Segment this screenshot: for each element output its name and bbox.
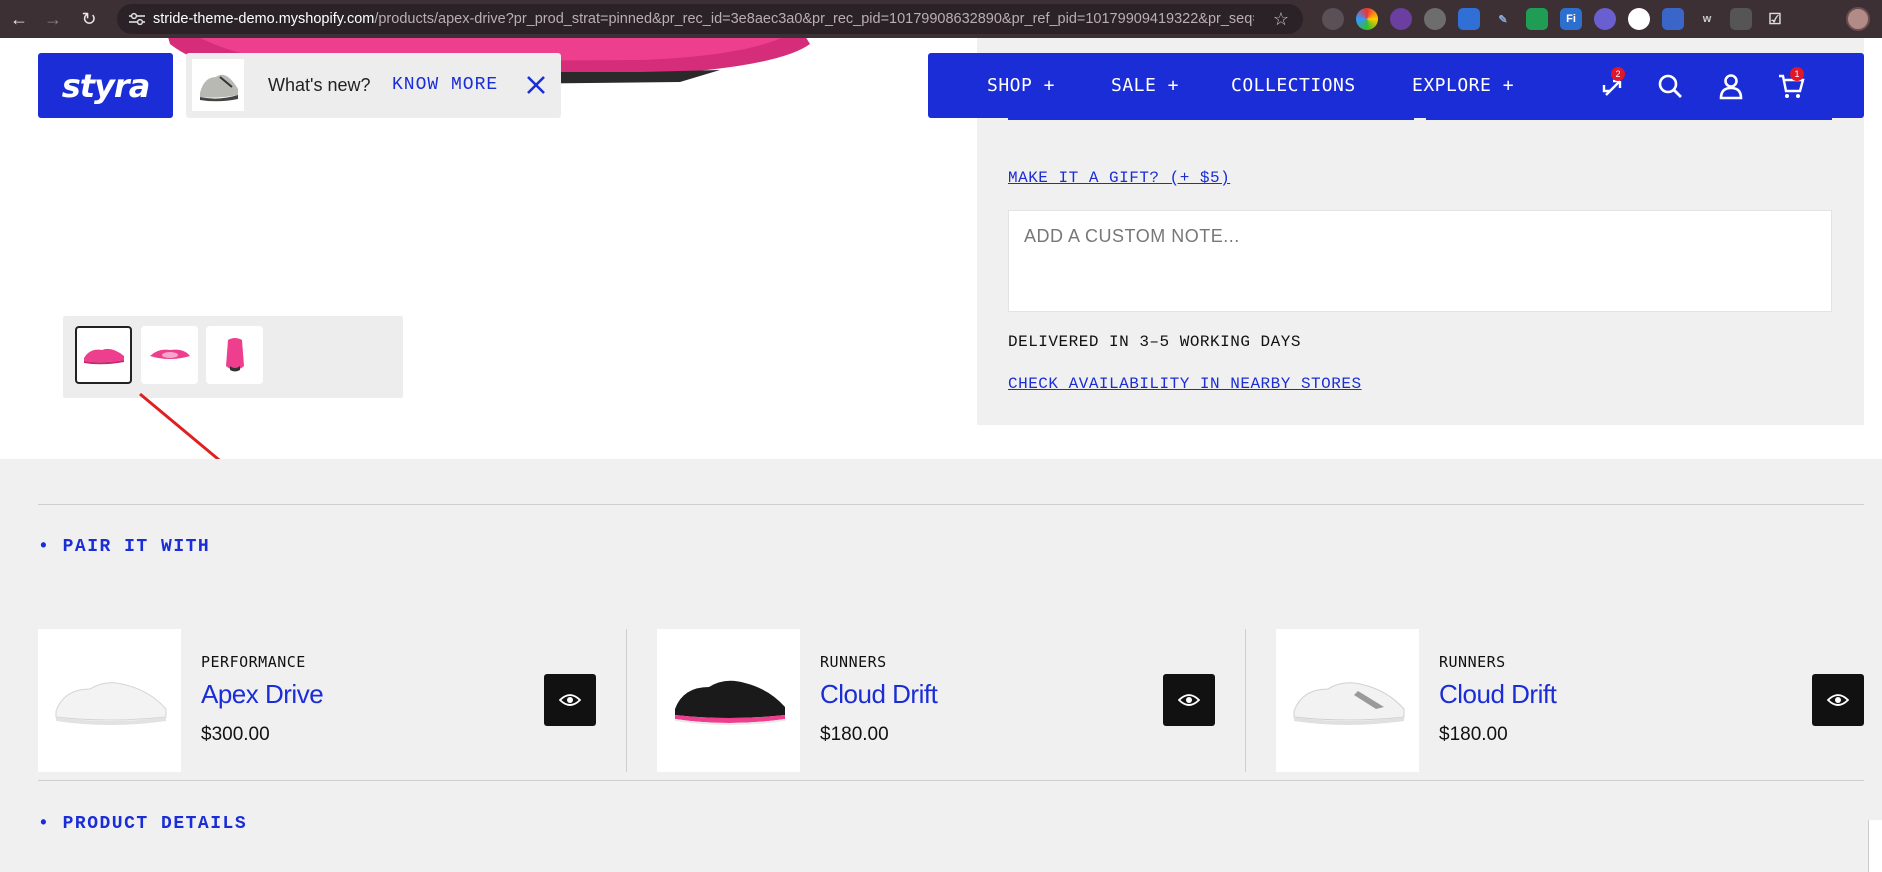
section-divider [38,780,1864,781]
card-separator [1245,629,1246,772]
page: MAKE IT A GIFT? (+ $5) ADD A CUSTOM NOTE… [0,38,1882,872]
eye-icon [1827,694,1849,706]
eye-icon [1178,694,1200,706]
bookmark-star-icon[interactable]: ☆ [1273,9,1289,30]
product-details-heading[interactable]: • PRODUCT DETAILS [38,814,247,834]
extension-meter-icon[interactable] [1526,8,1548,30]
thumbnail-2[interactable] [141,326,198,384]
extension-td-icon[interactable] [1390,8,1412,30]
quick-view-button[interactable] [544,674,596,726]
search-icon[interactable] [1655,71,1685,101]
cart-count-badge: 1 [1790,67,1804,81]
custom-note-input[interactable]: ADD A CUSTOM NOTE... [1008,210,1832,312]
url-host: stride-theme-demo.myshopify.com [153,11,375,27]
delivery-info: DELIVERED IN 3–5 WORKING DAYS [1008,333,1301,351]
check-stores-link[interactable]: CHECK AVAILABILITY IN NEARBY STORES [1008,375,1362,393]
thumbnail-3[interactable] [206,326,263,384]
site-settings-icon[interactable] [129,12,145,26]
pair-product-card[interactable]: RUNNERS Cloud Drift $180.00 [657,629,1237,772]
nav-shop[interactable]: SHOP + [987,75,1055,96]
whats-new-label: What's new? [268,75,371,95]
extension-window-icon[interactable] [1458,8,1480,30]
gift-link[interactable]: MAKE IT A GIFT? (+ $5) [1008,169,1230,187]
extensions-puzzle-icon[interactable]: ☑ [1764,8,1786,30]
product-image[interactable] [657,629,800,772]
product-name[interactable]: Cloud Drift [820,679,938,710]
product-image[interactable] [1276,629,1419,772]
pair-product-card[interactable]: PERFORMANCE Apex Drive $300.00 [38,629,618,772]
shoe-thumb-icon [149,349,190,359]
logo-text: styra [61,66,151,105]
reload-icon[interactable]: ↻ [74,0,104,38]
forward-arrow-icon[interactable]: → [38,0,68,38]
nav-sale[interactable]: SALE + [1111,75,1179,96]
extension-eyedropper-icon[interactable]: ✎ [1492,8,1514,30]
whats-new-thumbnail [192,59,244,111]
main-navigation: SHOP + SALE + COLLECTIONS EXPLORE + 2 1 [928,53,1864,118]
quick-view-button[interactable] [1163,674,1215,726]
product-image[interactable] [38,629,181,772]
chat-widget-tab[interactable] [1868,820,1882,872]
extension-camera-icon[interactable] [1730,8,1752,30]
pair-product-card[interactable]: RUNNERS Cloud Drift $180.00 [1276,629,1864,772]
url-path: /products/apex-drive?pr_prod_strat=pinne… [374,11,1255,27]
extension-w-icon[interactable]: w [1696,8,1718,30]
extension-g-icon[interactable] [1424,8,1446,30]
extension-chat-icon[interactable] [1594,8,1616,30]
thumbnail-1[interactable] [75,326,132,384]
shoe-thumb-icon [83,348,124,365]
nav-collections[interactable]: COLLECTIONS [1231,75,1356,96]
extension-fi-icon[interactable]: Fi [1560,8,1582,30]
whats-new-bar: What's new? KNOW MORE [186,53,561,118]
nav-explore[interactable]: EXPLORE + [1412,75,1514,96]
pair-it-with-heading: • PAIR IT WITH [38,537,211,557]
close-icon[interactable] [524,73,548,97]
compare-count-badge: 2 [1611,67,1625,81]
site-logo[interactable]: styra [38,53,173,118]
card-separator [626,629,627,772]
product-price: $300.00 [201,724,270,745]
account-icon[interactable] [1716,71,1746,101]
product-category: PERFORMANCE [201,653,306,671]
know-more-link[interactable]: KNOW MORE [392,75,498,95]
shoe-thumb-icon [225,338,244,372]
extension-check-icon[interactable] [1628,8,1650,30]
browser-toolbar: ← → ↻ stride-theme-demo.myshopify.com/pr… [0,0,1882,38]
product-name[interactable]: Cloud Drift [1439,679,1557,710]
thumbnail-strip [63,316,403,398]
product-category: RUNNERS [820,653,887,671]
recommendations-section: • PAIR IT WITH PERFORMANCE Apex Drive $3… [0,459,1882,872]
quick-view-button[interactable] [1812,674,1864,726]
extension-compass-icon[interactable] [1322,8,1344,30]
product-name[interactable]: Apex Drive [201,679,324,710]
eye-icon [559,694,581,706]
product-category: RUNNERS [1439,653,1506,671]
extension-record-icon[interactable] [1662,8,1684,30]
product-price: $180.00 [1439,724,1508,745]
extension-color-icon[interactable] [1356,8,1378,30]
profile-avatar[interactable] [1846,7,1870,31]
address-bar[interactable]: stride-theme-demo.myshopify.com/products… [117,4,1303,34]
product-price: $180.00 [820,724,889,745]
back-arrow-icon[interactable]: ← [4,0,34,38]
section-divider [38,504,1864,505]
